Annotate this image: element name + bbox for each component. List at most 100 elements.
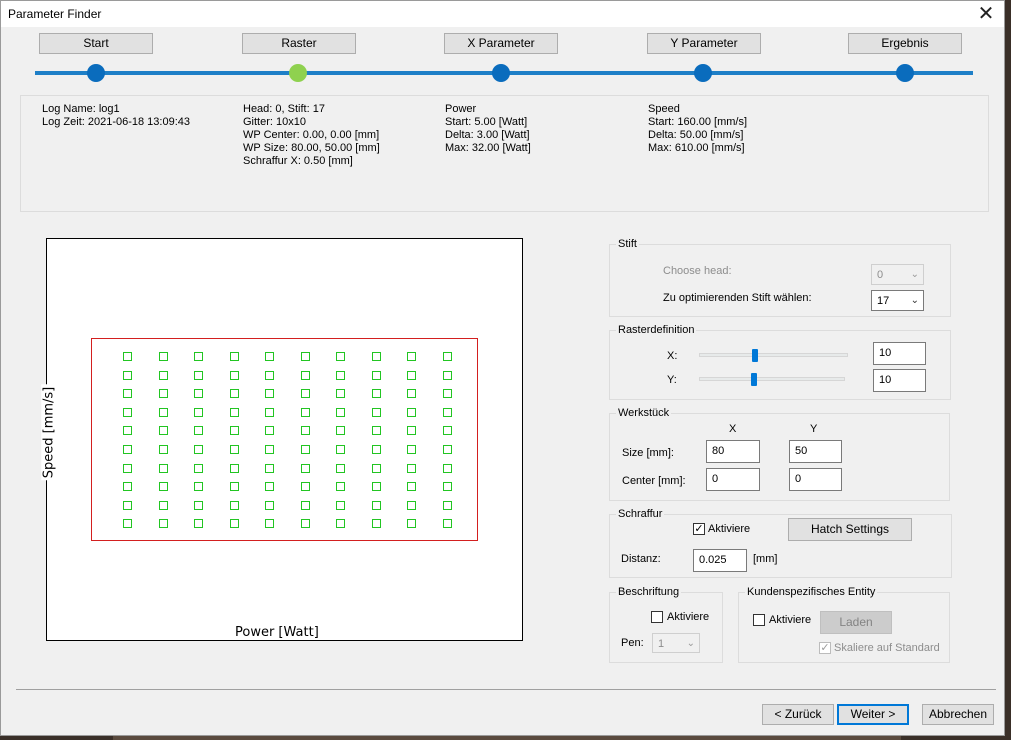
raster-cell <box>407 426 416 435</box>
workpiece-frame <box>91 338 478 541</box>
beschriftung-activate-label: Aktiviere <box>667 611 710 623</box>
raster-cell <box>301 352 310 361</box>
background-strip <box>113 736 901 740</box>
raster-cell <box>407 464 416 473</box>
close-icon[interactable]: ✕ <box>974 3 998 25</box>
column-x-label: X <box>729 423 737 435</box>
entity-activate-checkbox[interactable] <box>753 614 765 626</box>
raster-cell <box>194 408 203 417</box>
raster-y-input[interactable]: 10 <box>873 369 926 392</box>
speed-info: Speed Start: 160.00 [mm/s] Delta: 50.00 … <box>648 103 748 154</box>
raster-cell <box>265 389 274 398</box>
werkstueck-group-title: Werkstück <box>616 407 672 419</box>
raster-x-input[interactable]: 10 <box>873 342 926 365</box>
raster-cell <box>301 482 310 491</box>
head-select-value: 0 <box>877 269 884 281</box>
raster-x-slider-thumb[interactable] <box>752 349 758 362</box>
raster-y-slider[interactable] <box>699 377 845 381</box>
raster-cell <box>372 408 381 417</box>
raster-cell <box>159 352 168 361</box>
center-y-input[interactable]: 0 <box>789 468 842 491</box>
step-y-parameter-button[interactable]: Y Parameter <box>647 33 761 54</box>
raster-cell <box>230 352 239 361</box>
footer-divider <box>16 689 996 690</box>
raster-cell <box>265 352 274 361</box>
raster-cell <box>336 445 345 454</box>
progress-node-start <box>87 64 105 82</box>
raster-cell <box>159 519 168 528</box>
stift-group-title: Stift <box>616 238 639 250</box>
raster-cell <box>265 464 274 473</box>
raster-cell <box>407 519 416 528</box>
raster-cell <box>301 408 310 417</box>
raster-cell <box>301 426 310 435</box>
step-start-button[interactable]: Start <box>39 33 153 54</box>
raster-cell <box>407 408 416 417</box>
raster-cell <box>159 371 168 380</box>
raster-cell <box>336 519 345 528</box>
raster-cell <box>443 501 452 510</box>
raster-cell <box>443 389 452 398</box>
progress-node-raster-active <box>289 64 307 82</box>
step-raster-button[interactable]: Raster <box>242 33 356 54</box>
center-x-input[interactable]: 0 <box>706 468 760 491</box>
beschriftung-group-title: Beschriftung <box>616 586 682 598</box>
raster-cell <box>372 445 381 454</box>
raster-cell <box>159 389 168 398</box>
x-axis-label: Power [Watt] <box>233 625 321 640</box>
back-button[interactable]: < Zurück <box>762 704 834 725</box>
raster-cell <box>372 371 381 380</box>
raster-cell <box>194 352 203 361</box>
raster-cell <box>407 371 416 380</box>
raster-cell <box>407 445 416 454</box>
raster-cell <box>372 426 381 435</box>
raster-cell <box>194 371 203 380</box>
raster-cell <box>194 519 203 528</box>
size-y-input[interactable]: 50 <box>789 440 842 463</box>
parameter-finder-window: Parameter Finder ✕ Start Raster X Parame… <box>0 0 1005 736</box>
pen-select-value: 17 <box>877 295 890 307</box>
size-x-input[interactable]: 80 <box>706 440 760 463</box>
next-button[interactable]: Weiter > <box>837 704 909 725</box>
chevron-down-icon: ⌄ <box>910 295 919 306</box>
raster-cell <box>443 445 452 454</box>
raster-cell <box>230 519 239 528</box>
raster-cell <box>301 371 310 380</box>
raster-cell <box>265 482 274 491</box>
chevron-down-icon: ⌄ <box>686 638 695 649</box>
raster-cell <box>336 501 345 510</box>
raster-cell <box>123 408 132 417</box>
raster-cell <box>443 482 452 491</box>
distanz-input[interactable]: 0.025 <box>693 549 747 572</box>
beschriftung-activate-checkbox[interactable] <box>651 611 663 623</box>
step-ergebnis-button[interactable]: Ergebnis <box>848 33 962 54</box>
raster-x-slider[interactable] <box>699 353 848 357</box>
raster-y-label: Y: <box>667 374 677 386</box>
raster-cell <box>301 501 310 510</box>
raster-cell <box>407 482 416 491</box>
center-label: Center [mm]: <box>622 475 686 487</box>
step-x-parameter-button[interactable]: X Parameter <box>444 33 558 54</box>
raster-y-slider-thumb[interactable] <box>751 373 757 386</box>
raster-cell <box>372 482 381 491</box>
raster-cell <box>443 371 452 380</box>
raster-cell <box>265 519 274 528</box>
progress-node-y-parameter <box>694 64 712 82</box>
raster-cell <box>336 464 345 473</box>
raster-cell <box>336 408 345 417</box>
schraffur-activate-checkbox[interactable]: ✓ <box>693 523 705 535</box>
distanz-label: Distanz: <box>621 553 661 565</box>
raster-cell <box>265 445 274 454</box>
skaliere-label: Skaliere auf Standard <box>834 642 940 654</box>
pen-select[interactable]: 17 ⌄ <box>871 290 924 311</box>
raster-cell <box>123 389 132 398</box>
raster-cell <box>230 482 239 491</box>
distanz-unit: [mm] <box>753 553 778 565</box>
hatch-settings-button[interactable]: Hatch Settings <box>788 518 912 541</box>
raster-cell <box>336 389 345 398</box>
cancel-button[interactable]: Abbrechen <box>922 704 994 725</box>
raster-cell <box>336 426 345 435</box>
raster-preview-plot: Power [Watt] Speed [mm/s] <box>41 238 523 641</box>
head-select: 0 ⌄ <box>871 264 924 285</box>
raster-cell <box>230 389 239 398</box>
